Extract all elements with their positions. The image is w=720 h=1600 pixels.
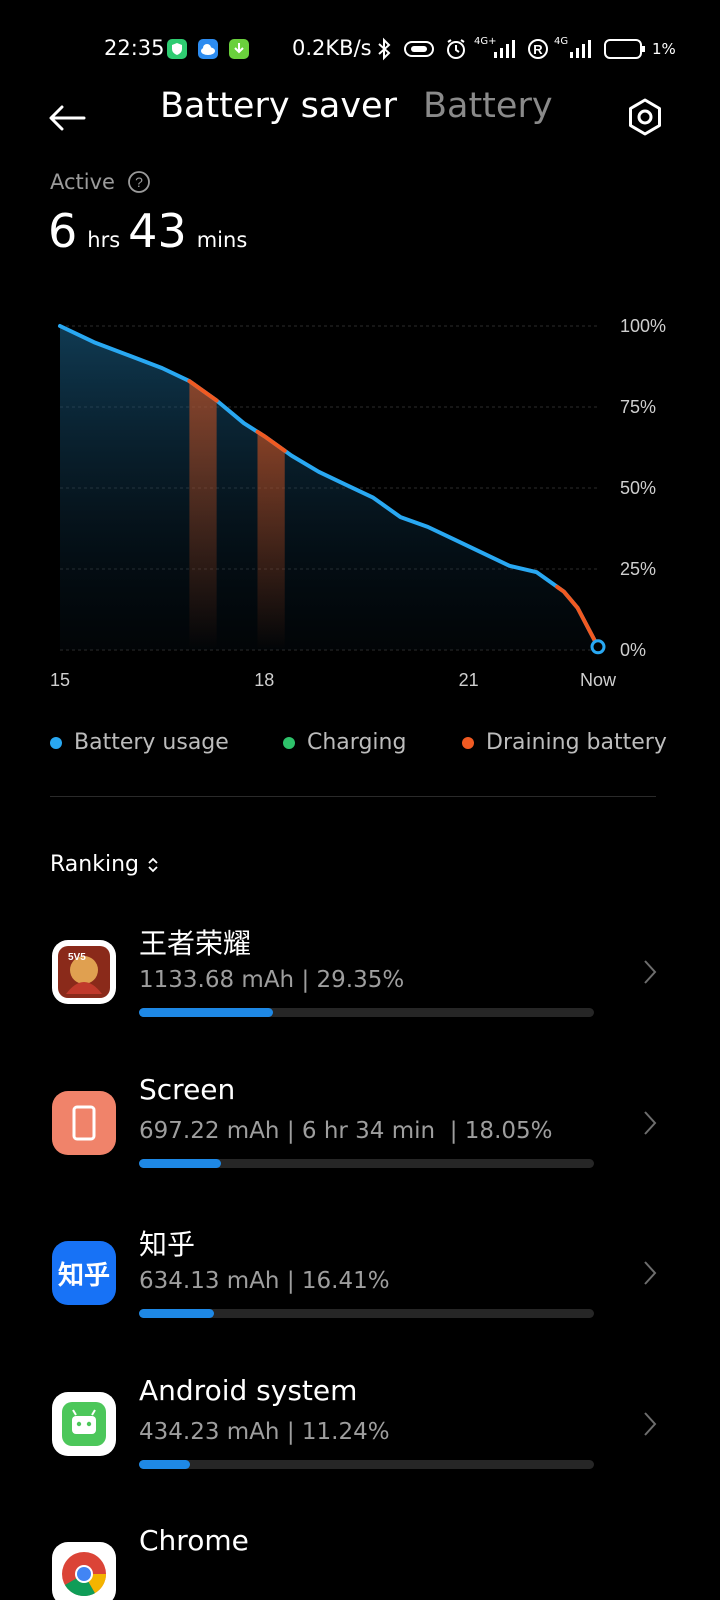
help-icon[interactable]: ? [127,170,151,198]
legend-label-draining: Draining battery [486,730,667,755]
draining-column [257,431,285,650]
honor-of-kings-icon: 5V5 [52,940,116,1004]
legend-dot-charging [283,736,295,749]
back-button[interactable] [44,94,92,142]
signal-4g-icon: 4G [554,36,598,62]
shield-app-icon [167,39,187,59]
legend-label-charging: Charging [307,730,407,755]
tab-battery-saver[interactable]: Battery saver [160,86,397,126]
usage-track [139,1309,594,1318]
app-detail: 1133.68 mAh | 29.35% [139,967,405,993]
svg-text:5V5: 5V5 [68,952,86,963]
legend-battery-usage: Battery usage [50,730,229,755]
status-bar: 22:35 0.2KB/s 4G+ R 4G 1% [0,28,720,68]
back-arrow-icon [49,105,86,131]
app-name: Screen [139,1073,236,1106]
app-name: Android system [139,1374,358,1407]
ranking-sort-button[interactable]: Ranking [50,852,161,877]
zhihu-icon: 知乎 [52,1241,116,1305]
active-minutes-unit: mins [196,228,248,252]
chevron-right-icon [644,1111,657,1135]
cloud-app-icon [198,39,218,59]
bluetooth-icon [374,37,394,65]
ranking-label: Ranking [50,852,139,877]
app-detail: 634.13 mAh | 16.41% [139,1268,390,1294]
battery-chart: 100% 75% 50% 25% 0% 15 18 21 Now [50,316,666,690]
sort-chevron-icon [148,857,158,872]
legend-charging: Charging [283,730,406,755]
draining-column [189,381,217,650]
signal-4g-plus-icon: 4G+ [474,36,520,62]
legend-draining: Draining battery [462,730,667,755]
app-detail: 697.22 mAh | 6 hr 34 min | 18.05% [139,1118,553,1144]
usage-bar [139,1008,273,1017]
list-item[interactable]: Chrome [0,1514,720,1600]
hexagon-settings-icon [629,98,661,136]
app-name: 知乎 [139,1228,196,1261]
y-tick-label: 50% [620,478,656,498]
usage-bar [139,1159,222,1168]
app-name: Chrome [139,1524,249,1557]
chevron-right-icon [644,1412,657,1436]
y-tick-label: 0% [620,640,646,660]
active-label: Active [50,170,115,194]
svg-text:?: ? [135,174,143,190]
roaming-icon: R [526,37,550,65]
screen-icon [52,1091,116,1155]
active-hours: 6 [48,204,78,258]
active-duration: 6 hrs 43 mins [48,204,247,258]
status-time: 22:35 [104,36,165,60]
chrome-icon [52,1542,116,1600]
list-item[interactable]: Screen 697.22 mAh | 6 hr 34 min | 18.05% [0,1063,720,1183]
list-item[interactable]: Android system 434.23 mAh | 11.24% [0,1364,720,1484]
x-tick-label: 18 [254,670,274,690]
x-tick-label: Now [580,670,617,690]
vibrate-icon [403,39,435,63]
list-item[interactable]: 5V5 王者荣耀 1133.68 mAh | 29.35% [0,912,720,1032]
active-hours-unit: hrs [87,228,121,252]
net-speed: 0.2KB/s [292,36,372,60]
app-detail: 434.23 mAh | 11.24% [139,1419,390,1445]
legend-label-usage: Battery usage [74,730,229,755]
tab-battery[interactable]: Battery [423,86,553,126]
usage-bar [139,1460,191,1469]
chart-legend: Battery usage Charging Draining battery [50,730,670,760]
active-minutes: 43 [128,204,187,258]
chevron-right-icon [644,960,657,984]
download-app-icon [229,39,249,59]
usage-track [139,1008,594,1017]
list-item[interactable]: 知乎 知乎 634.13 mAh | 16.41% [0,1213,720,1333]
android-icon [52,1392,116,1456]
legend-dot-draining [462,736,474,749]
y-tick-label: 100% [620,316,666,336]
usage-bar [139,1309,214,1318]
y-tick-label: 75% [620,397,656,417]
battery-percent: 1% [652,40,676,58]
svg-text:R: R [533,42,543,57]
battery-icon [604,38,646,64]
usage-track [139,1460,594,1469]
current-point [590,639,606,655]
alarm-icon [444,37,468,65]
zhihu-icon-text: 知乎 [57,1260,110,1291]
settings-button[interactable] [624,96,666,138]
x-tick-label: 15 [50,670,70,690]
legend-dot-usage [50,736,62,749]
chevron-right-icon [644,1261,657,1285]
y-tick-label: 25% [620,559,656,579]
x-tick-label: 21 [459,670,479,690]
app-name: 王者荣耀 [139,927,252,960]
usage-track [139,1159,594,1168]
divider [50,796,656,797]
